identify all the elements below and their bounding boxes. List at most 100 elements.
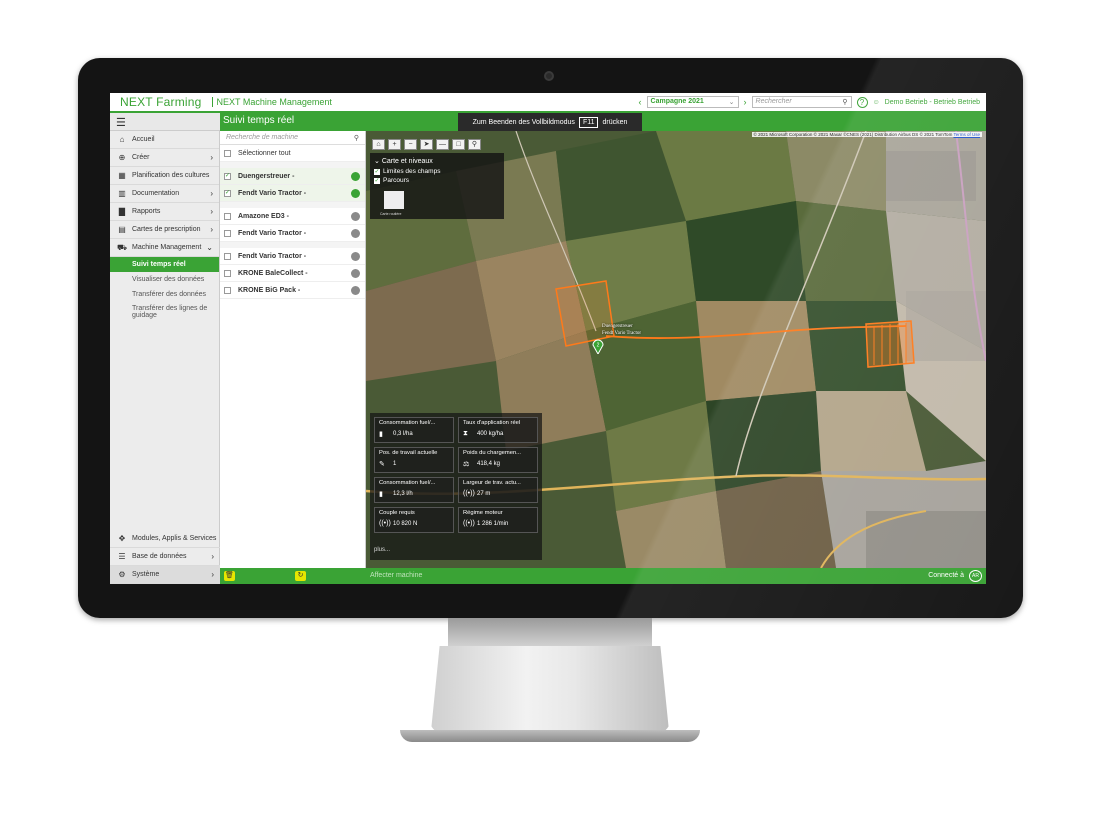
sidebar-subitem[interactable]: Transférer des lignes de guidage <box>110 302 219 322</box>
telemetry-panel: plus... Consommation fuel/... ▮ 0,3 l/ha Ta… <box>370 413 542 560</box>
machine-list: ✓ Duengerstreuer - ✓ Fendt Vario Tractor - A… <box>220 162 365 299</box>
more-link[interactable]: plus... <box>374 547 390 553</box>
machine-label-tractor: Fendt Vario Tractor <box>602 331 642 336</box>
machine-name: Amazone ED3 - <box>238 212 289 220</box>
zoom-out-icon[interactable]: − <box>404 139 417 150</box>
marker-number: 2 <box>597 343 600 349</box>
sidebar-item[interactable]: ▦ Planification des cultures <box>110 167 219 185</box>
layer-checkbox[interactable]: ✓ <box>374 168 380 175</box>
signal-icon: ((•)) <box>463 490 475 497</box>
layers-title: Carte et niveaux <box>381 158 433 165</box>
locate-icon[interactable]: ➤ <box>420 139 433 150</box>
telemetry-label: Taux d'application réel <box>463 420 521 426</box>
machine-row[interactable]: Amazone ED3 - <box>220 208 365 225</box>
sidebar-item-label: Documentation <box>132 190 180 197</box>
delete-icon[interactable]: 🗑 <box>224 571 235 581</box>
telemetry-value-row: ⚖ 418,4 kg <box>463 460 533 468</box>
webcam <box>544 71 554 81</box>
sidebar-item[interactable]: ▤ Cartes de prescription › <box>110 221 219 239</box>
telemetry-value-row: ✎ 1 <box>379 460 449 468</box>
machine-row[interactable]: Fendt Vario Tractor - <box>220 248 365 265</box>
sidebar-item-label: Base de données <box>132 553 187 560</box>
sidebar-item[interactable]: ☰ Base de données › <box>110 548 220 566</box>
chevron-right-icon[interactable]: › <box>744 97 747 107</box>
search-icon[interactable]: ⚲ <box>354 134 359 142</box>
search-icon[interactable]: ⚲ <box>842 98 847 106</box>
layer-field-limits[interactable]: ✓ Limites des champs <box>374 168 500 175</box>
puzzle-icon: ✥ <box>118 534 126 543</box>
fullscreen-icon[interactable]: □ <box>452 139 465 150</box>
partner-logo[interactable]: AR <box>969 570 982 582</box>
sidebar-item[interactable]: ⊕ Créer › <box>110 149 219 167</box>
campaign-value: Campagne 2021 <box>650 98 704 105</box>
machine-row[interactable]: KRONE BaleCollect - <box>220 265 365 282</box>
machine-row[interactable]: KRONE BiG Pack - <box>220 282 365 299</box>
machine-checkbox[interactable] <box>224 286 231 294</box>
machine-name: KRONE BiG Pack - <box>238 286 301 294</box>
select-all-row[interactable]: Sélectionner tout <box>220 145 365 162</box>
telemetry-value: 1 <box>393 461 397 467</box>
sidebar-item[interactable]: ✥ Modules, Applis & Services <box>110 530 220 548</box>
brand-logo[interactable]: NEXT Farming <box>110 95 202 109</box>
status-dot <box>351 171 360 181</box>
machine-row[interactable]: ✓ Fendt Vario Tractor - <box>220 185 365 202</box>
sidebar-item-label: Accueil <box>132 136 155 143</box>
machine-search-placeholder: Recherche de machine <box>226 134 298 141</box>
assign-machine-button[interactable]: Affecter machine <box>370 572 422 579</box>
sidebar-item[interactable]: ⛟ Machine Management ⌄ <box>110 239 219 257</box>
machine-name: Fendt Vario Tractor - <box>238 229 307 237</box>
select-all-label: Sélectionner tout <box>238 149 291 157</box>
menu-toggle-area <box>110 113 220 131</box>
sidebar-item-label: Créer <box>132 154 150 161</box>
telemetry-card: Régime moteur ((•)) 1 286 1/min <box>458 507 538 533</box>
sidebar-subitem[interactable]: Transférer des données <box>110 287 219 302</box>
pen-icon: ✎ <box>379 461 385 468</box>
layer-checkbox[interactable]: ✓ <box>374 177 380 184</box>
chevron-icon: › <box>211 570 214 579</box>
status-dot <box>351 211 360 221</box>
home-icon[interactable]: ⌂ <box>372 139 385 150</box>
chevron-left-icon[interactable]: ‹ <box>639 97 642 107</box>
hamburger-icon[interactable]: ☰ <box>116 116 126 129</box>
machine-checkbox[interactable] <box>224 229 231 237</box>
machine-checkbox[interactable] <box>224 212 231 220</box>
machine-marker-icon[interactable]: 2 <box>592 338 604 354</box>
machine-row[interactable]: Fendt Vario Tractor - <box>220 225 365 242</box>
map-footer: Affecter machine Connecté à AR <box>366 568 986 584</box>
machine-checkbox[interactable] <box>224 269 231 277</box>
user-name[interactable]: Demo Betrieb - Betrieb Betrieb <box>885 99 980 106</box>
user-icon[interactable]: ☺ <box>873 99 880 106</box>
pin-icon[interactable]: ⚲ <box>468 139 481 150</box>
satellite-map[interactable]: © 2021 Microsoft Corporation © 2021 Maxa… <box>366 131 986 568</box>
measure-icon[interactable]: — <box>436 139 449 150</box>
machine-row[interactable]: ✓ Duengerstreuer - <box>220 168 365 185</box>
select-all-checkbox[interactable] <box>224 149 231 157</box>
sidebar-item[interactable]: ▥ Documentation › <box>110 185 219 203</box>
machine-search-input[interactable]: Recherche de machine ⚲ <box>220 131 365 145</box>
machine-name: Fendt Vario Tractor - <box>238 252 307 260</box>
telemetry-label: Largeur de trav. actu... <box>463 480 521 486</box>
help-icon[interactable]: ? <box>856 96 868 108</box>
sidebar-item[interactable]: ⚙ Système › <box>110 566 220 584</box>
machine-checkbox[interactable]: ✓ <box>224 189 231 197</box>
sidebar-item[interactable]: ▇ Rapports › <box>110 203 219 221</box>
sidebar-item[interactable]: ⌂ Accueil <box>110 131 219 149</box>
zoom-in-icon[interactable]: + <box>388 139 401 150</box>
layer-tracks[interactable]: ✓ Parcours <box>374 177 500 184</box>
sidebar-item-label: Rapports <box>132 208 161 215</box>
hourglass-icon: ⧗ <box>463 430 468 437</box>
basemap-thumbnail[interactable] <box>384 191 404 209</box>
machine-checkbox[interactable]: ✓ <box>224 172 231 180</box>
terms-link[interactable]: Terms of Use <box>953 132 980 137</box>
layers-header[interactable]: ⌄ Carte et niveaux <box>374 157 500 165</box>
sidebar-subitem[interactable]: Visualiser des données <box>110 272 219 287</box>
sidebar-subitem[interactable]: Suivi temps réel <box>110 257 219 272</box>
campaign-select[interactable]: Campagne 2021 ⌄ <box>646 96 739 108</box>
machine-label-spreader: Duengerstreuer <box>602 324 633 329</box>
refresh-icon[interactable]: ↻ <box>295 571 306 581</box>
trash-doc-icon: ▥ <box>118 189 126 198</box>
layer-label: Parcours <box>383 177 410 184</box>
machine-checkbox[interactable] <box>224 252 231 260</box>
global-search-input[interactable]: Rechercher ⚲ <box>751 96 852 108</box>
top-bar-actions: ‹ Campagne 2021 ⌄ › Rechercher ⚲ ? ☺ Dem… <box>639 96 986 108</box>
